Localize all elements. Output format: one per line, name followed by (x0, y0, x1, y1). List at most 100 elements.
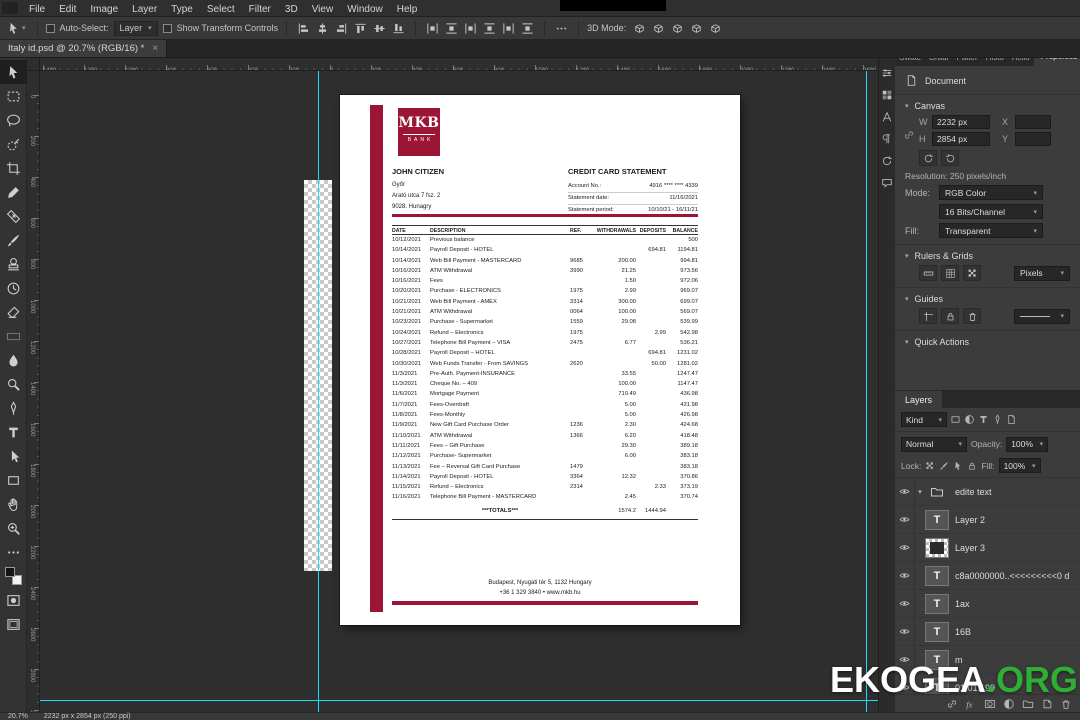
document-tab[interactable]: Italy id.psd @ 20.7% (RGB/16) * × (0, 40, 168, 57)
filter-adjustment-layers-button[interactable] (964, 414, 975, 425)
layer-name[interactable]: 1ax (955, 599, 970, 609)
auto-select-target-dropdown[interactable]: Layer ▾ (113, 20, 158, 36)
rulers-grids-section-header[interactable]: ▾ Rulers & Grids (905, 251, 1070, 261)
distribute-button[interactable] (443, 20, 460, 37)
hand-tool[interactable] (0, 492, 27, 516)
horizontal-ruler[interactable]: 1400 1200 1000 800 600 400 200 0 200 400 600 800 100… (27, 58, 878, 71)
zoom-level-field[interactable]: 20.7% (8, 713, 28, 720)
canvas-y-input[interactable] (1015, 132, 1051, 146)
foreground-color-chip[interactable] (4, 567, 15, 577)
marquee-tool[interactable] (0, 84, 27, 108)
edit-toolbar-button[interactable] (0, 540, 27, 564)
guides-section-header[interactable]: ▾ Guides (905, 294, 1070, 304)
tool-preset[interactable]: ▾ (4, 22, 29, 35)
quick-selection-tool[interactable] (0, 132, 27, 156)
filter-type-layers-button[interactable] (978, 414, 989, 425)
align-vertical-center-button[interactable] (371, 20, 388, 37)
3d-mode-button[interactable] (650, 20, 667, 37)
filter-shape-layers-button[interactable] (992, 414, 1003, 425)
type-tool[interactable] (0, 420, 27, 444)
canvas-height-input[interactable] (932, 132, 990, 146)
screen-mode-button[interactable] (0, 612, 27, 636)
filter-smart-objects-button[interactable] (1006, 414, 1017, 425)
layer-visibility-toggle[interactable] (895, 534, 915, 561)
healing-brush-tool[interactable] (0, 204, 27, 228)
menu-item[interactable]: Layer (125, 4, 164, 15)
clone-stamp-tool[interactable] (0, 252, 27, 276)
document-type-row[interactable]: Document (895, 70, 1080, 95)
color-mode-dropdown[interactable]: RGB Color ▾ (939, 185, 1043, 200)
show-transform-checkbox[interactable] (162, 23, 172, 33)
layers-tab[interactable]: Layers (895, 391, 943, 408)
canvas-area[interactable]: MKB BANK JOHN CITIZEN Győr Arató utca 7 … (40, 71, 878, 712)
layer-visibility-toggle[interactable] (895, 618, 915, 645)
menu-item[interactable]: Image (83, 4, 125, 15)
distribute-button[interactable] (500, 20, 517, 37)
layer-visibility-toggle[interactable] (895, 478, 915, 505)
properties-panel-icon[interactable] (881, 67, 894, 80)
paragraph-panel-icon[interactable] (881, 133, 894, 146)
bit-depth-dropdown[interactable]: 16 Bits/Channel ▾ (939, 204, 1043, 219)
3d-mode-button[interactable] (669, 20, 686, 37)
pen-tool[interactable] (0, 396, 27, 420)
tab-close-button[interactable]: × (152, 43, 158, 54)
menu-item[interactable]: Edit (52, 4, 83, 15)
3d-mode-button[interactable] (631, 20, 648, 37)
distribute-button[interactable] (424, 20, 441, 37)
menu-item[interactable]: File (22, 4, 52, 15)
path-selection-tool[interactable] (0, 444, 27, 468)
layer-name[interactable]: Layer 2 (955, 515, 985, 525)
zoom-tool[interactable] (0, 516, 27, 540)
menu-item[interactable]: Type (164, 4, 200, 15)
brush-tool[interactable] (0, 228, 27, 252)
filter-kind-dropdown[interactable]: Kind ▾ (901, 412, 947, 427)
layer-row[interactable]: T Layer 2 (895, 506, 1080, 534)
layer-name[interactable]: Layer 3 (955, 543, 985, 553)
layer-visibility-toggle[interactable] (895, 590, 915, 617)
layer-row[interactable]: T c8a0000000..<<<<<<<<<0 d (895, 562, 1080, 590)
quick-mask-button[interactable] (0, 588, 27, 612)
distribute-button[interactable] (462, 20, 479, 37)
lock-pixels-button[interactable] (939, 461, 949, 471)
canvas-fill-dropdown[interactable]: Transparent ▾ (939, 223, 1043, 238)
3d-mode-button[interactable] (688, 20, 705, 37)
layer-row[interactable]: T 16B (895, 618, 1080, 646)
canvas-x-input[interactable] (1015, 115, 1051, 129)
align-top-button[interactable] (352, 20, 369, 37)
fill-dropdown[interactable]: 100% ▾ (998, 458, 1041, 473)
align-right-button[interactable] (333, 20, 350, 37)
group-expand-arrow[interactable]: ▾ (915, 488, 925, 496)
toggle-grid-button[interactable] (941, 265, 959, 281)
toggle-guides-button[interactable] (919, 308, 937, 324)
layer-name[interactable]: 16B (955, 627, 971, 637)
options-menu-button[interactable] (553, 20, 570, 37)
history-brush-tool[interactable] (0, 276, 27, 300)
toggle-rulers-button[interactable] (919, 265, 937, 281)
clear-guides-button[interactable] (963, 308, 981, 324)
comments-panel-icon[interactable] (881, 177, 894, 190)
layer-row[interactable]: Layer 3 (895, 534, 1080, 562)
lock-position-button[interactable] (953, 461, 963, 471)
eyedropper-tool[interactable] (0, 180, 27, 204)
crop-tool[interactable] (0, 156, 27, 180)
vertical-guide[interactable] (866, 71, 867, 712)
layer-row[interactable]: ▾ edite text (895, 478, 1080, 506)
align-left-button[interactable] (295, 20, 312, 37)
swatches-panel-icon[interactable] (881, 89, 894, 102)
vertical-ruler[interactable]: 0 200 400 600 800 1000 1200 1400 1600 1800 2000 220… (27, 71, 40, 712)
menu-item[interactable]: Help (390, 4, 425, 15)
lock-transparency-button[interactable] (925, 461, 935, 471)
foreground-background-colors[interactable] (0, 564, 27, 588)
layer-visibility-toggle[interactable] (895, 506, 915, 533)
layer-name[interactable]: c8a0000000..<<<<<<<<<0 d (955, 571, 1069, 581)
menu-item[interactable]: Window (340, 4, 390, 15)
eraser-tool[interactable] (0, 300, 27, 324)
blur-tool[interactable] (0, 348, 27, 372)
menu-item[interactable]: 3D (278, 4, 305, 15)
vertical-guide[interactable] (318, 71, 319, 712)
blend-mode-dropdown[interactable]: Normal ▾ (901, 436, 967, 452)
gradient-tool[interactable] (0, 324, 27, 348)
lock-guides-button[interactable] (941, 308, 959, 324)
lasso-tool[interactable] (0, 108, 27, 132)
auto-select-checkbox[interactable] (45, 23, 55, 33)
